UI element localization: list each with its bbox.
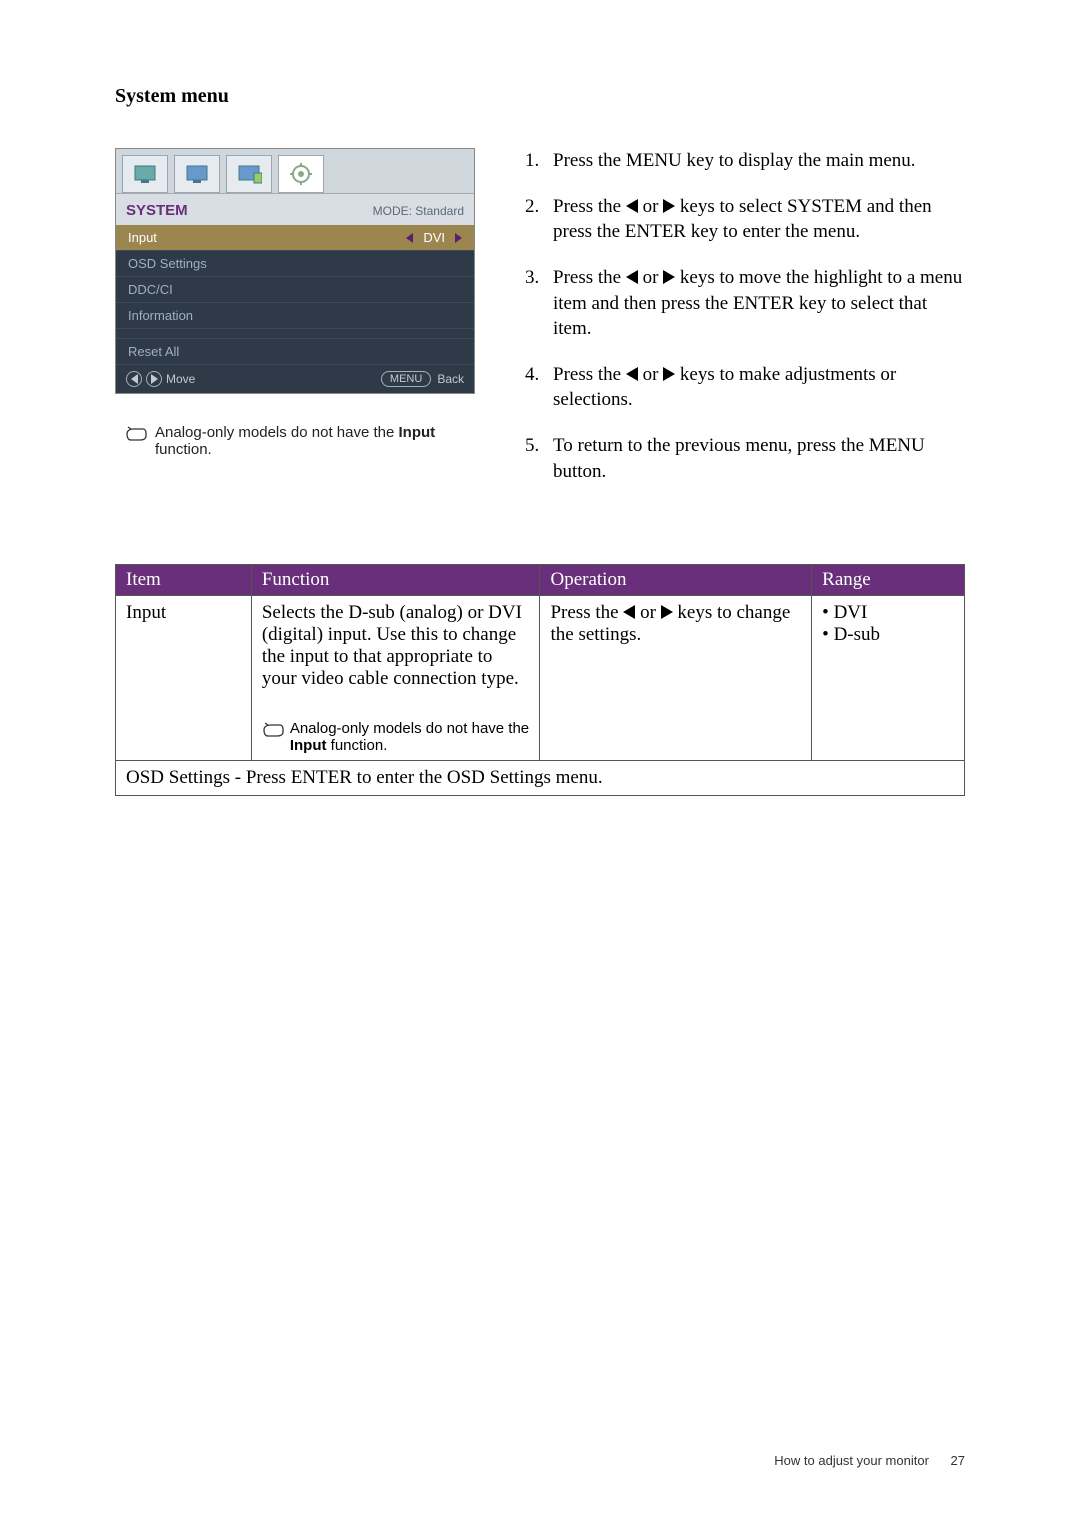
table-row-input: Input Selects the D-sub (analog) or DVI … — [116, 596, 965, 761]
left-arrow-icon — [623, 605, 635, 619]
cell-function: Selects the D-sub (analog) or DVI (digit… — [251, 596, 540, 761]
table-row-osd-settings: OSD Settings - Press ENTER to enter the … — [116, 761, 965, 796]
instruction-5: To return to the previous menu, press th… — [525, 433, 965, 484]
cell-function-note: Analog-only models do not have the Input… — [290, 720, 530, 754]
th-item: Item — [116, 565, 252, 596]
osd-tab-bar — [116, 149, 474, 193]
cell-operation: Press the or keys to change the settings… — [540, 596, 812, 761]
footer-page-number: 27 — [951, 1453, 965, 1468]
right-arrow-icon — [663, 199, 675, 213]
analog-note: Analog-only models do not have the Input… — [115, 424, 485, 458]
note-hand-icon — [262, 722, 284, 738]
osd-tab-picture-advanced-icon — [226, 155, 272, 193]
footer-text: How to adjust your monitor — [774, 1453, 929, 1468]
left-key-icon — [126, 371, 142, 387]
right-arrow-icon — [455, 233, 462, 243]
right-arrow-icon — [663, 270, 675, 284]
cell-range: DVI D-sub — [812, 596, 965, 761]
osd-row-reset-all: Reset All — [116, 339, 474, 365]
osd-row-information: Information — [116, 303, 474, 329]
osd-row-ddcci: DDC/CI — [116, 277, 474, 303]
osd-header-title: SYSTEM — [126, 202, 188, 219]
th-function: Function — [251, 565, 540, 596]
right-arrow-icon — [661, 605, 673, 619]
instruction-3: Press the or keys to move the highlight … — [525, 265, 965, 342]
osd-mode-label: MODE: Standard — [373, 204, 464, 218]
left-arrow-icon — [626, 199, 638, 213]
right-key-icon — [146, 371, 162, 387]
osd-tab-system-icon — [278, 155, 324, 193]
note-hand-icon — [125, 426, 147, 442]
range-dvi: DVI — [822, 602, 954, 624]
page-footer: How to adjust your monitor 27 — [774, 1453, 965, 1468]
range-dsub: D-sub — [822, 624, 954, 646]
osd-row-input-value: DVI — [423, 230, 445, 245]
osd-screenshot: SYSTEM MODE: Standard Input DVI OSD Sett… — [115, 148, 475, 394]
instruction-1: Press the MENU key to display the main m… — [525, 148, 965, 174]
section-title: System menu — [115, 85, 965, 108]
left-arrow-icon — [406, 233, 413, 243]
th-operation: Operation — [540, 565, 812, 596]
osd-footer-move: Move — [166, 372, 195, 386]
osd-footer-back: Back — [437, 372, 464, 386]
cell-osd-settings: OSD Settings - Press ENTER to enter the … — [116, 761, 965, 796]
osd-row-input: Input DVI — [116, 225, 474, 251]
left-arrow-icon — [626, 270, 638, 284]
osd-row-osd-settings: OSD Settings — [116, 251, 474, 277]
analog-note-text: Analog-only models do not have the Input… — [155, 424, 485, 458]
osd-footer-menu: MENU — [381, 371, 431, 387]
osd-tab-display-icon — [122, 155, 168, 193]
instruction-list: Press the MENU key to display the main m… — [525, 148, 965, 484]
osd-row-input-label: Input — [128, 230, 157, 245]
left-arrow-icon — [626, 367, 638, 381]
right-arrow-icon — [663, 367, 675, 381]
cell-item: Input — [116, 596, 252, 761]
instruction-4: Press the or keys to make adjustments or… — [525, 362, 965, 413]
spec-table: Item Function Operation Range Input Sele… — [115, 564, 965, 796]
osd-tab-picture-icon — [174, 155, 220, 193]
instruction-2: Press the or keys to select SYSTEM and t… — [525, 194, 965, 245]
th-range: Range — [812, 565, 965, 596]
